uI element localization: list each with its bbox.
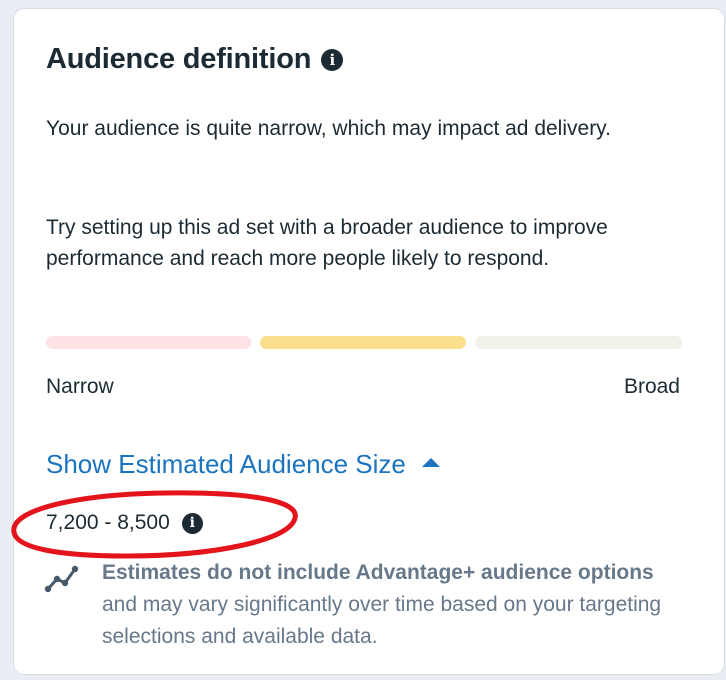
caret-up-icon[interactable] bbox=[421, 458, 440, 467]
estimate-disclaimer: Estimates do not include Advantage+ audi… bbox=[102, 557, 677, 653]
meter-label-broad: Broad bbox=[623, 375, 680, 398]
disclaimer-rest: and may vary significantly over time bas… bbox=[102, 593, 662, 648]
meter-segment-narrow bbox=[46, 336, 251, 349]
meter-segment-middle bbox=[260, 336, 466, 349]
meter-segment-broad bbox=[475, 336, 682, 349]
show-estimated-audience-size-toggle[interactable]: Show Estimated Audience Size bbox=[46, 449, 440, 480]
toggle-label[interactable]: Show Estimated Audience Size bbox=[46, 449, 406, 480]
broader-audience-suggestion: Try setting up this ad set with a broade… bbox=[46, 216, 608, 270]
audience-definition-card: Audience definition i Your audience is q… bbox=[11, 9, 724, 674]
card-title: Audience definition i bbox=[46, 43, 344, 76]
meter-label-narrow: Narrow bbox=[46, 375, 114, 398]
disclaimer-bold: Estimates do not include Advantage+ audi… bbox=[102, 561, 654, 584]
trend-line-icon bbox=[44, 565, 79, 593]
narrow-audience-warning: Your audience is quite narrow, which may… bbox=[46, 117, 611, 140]
card-title-text: Audience definition bbox=[46, 43, 312, 75]
info-icon[interactable]: i bbox=[321, 48, 344, 71]
